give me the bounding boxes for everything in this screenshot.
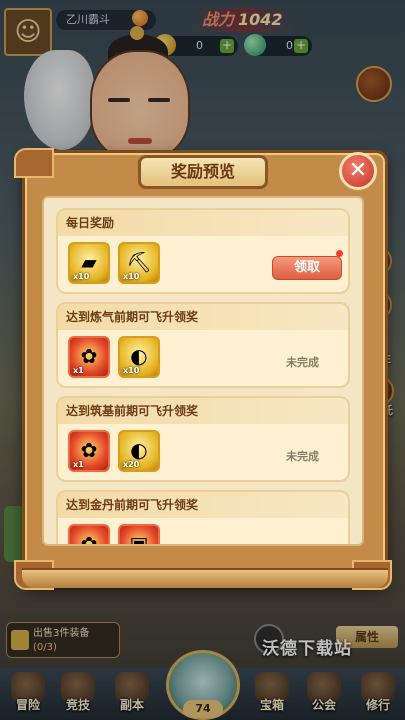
close-icon: ✕	[348, 158, 368, 183]
gold-pouch-icon[interactable]: ◐ x10	[118, 336, 160, 378]
event-button[interactable]	[356, 66, 392, 102]
nav-label: 修行	[365, 698, 390, 712]
reward-list[interactable]: 每日奖励 ▰ x10 ⛏ x10 领取 达到炼气前期可飞升领奖 ✿ x1 ◐ x…	[42, 196, 364, 546]
nav-label: 冒险	[15, 698, 40, 712]
item-qty: x10	[73, 272, 90, 281]
gold-pouch-icon[interactable]: ◐ x20	[118, 430, 160, 472]
reward-card-zhuji: 达到筑基前期可飞升领奖 ✿ x1 ◐ x20 未完成	[56, 396, 350, 482]
lotus-glyph: ✿	[80, 344, 98, 368]
add-jade-button[interactable]: +	[294, 39, 308, 53]
left-eye	[108, 98, 130, 102]
reward-card-title: 达到金丹前期可飞升领奖	[58, 492, 348, 518]
nav-label: 宝箱	[259, 698, 284, 712]
pouch-glyph: ◐	[130, 344, 148, 368]
nav-arena[interactable]: 竞技	[52, 672, 104, 718]
reward-card-title: 每日奖励	[58, 210, 348, 236]
pouch-glyph: ◐	[130, 438, 148, 462]
status-incomplete: 未完成	[286, 450, 319, 463]
close-button[interactable]: ✕	[339, 152, 377, 190]
power-label: 战力	[202, 10, 235, 29]
lotus-glyph: ✿	[80, 438, 98, 462]
combat-power: 战力 1042	[192, 8, 293, 32]
power-value: 1042	[238, 10, 283, 29]
add-gold-button[interactable]: +	[220, 39, 234, 53]
lotus-glyph: ✿	[80, 532, 98, 546]
item-qty: x1	[73, 366, 84, 375]
white-hair	[24, 50, 94, 150]
reward-card-title: 达到筑基前期可飞升领奖	[58, 398, 348, 424]
item-qty: x1	[73, 460, 84, 469]
status-incomplete: 未完成	[286, 356, 319, 369]
nav-dungeon[interactable]: 副本	[106, 672, 158, 718]
nav-label: 竞技	[65, 698, 90, 712]
frame-corner-tl	[14, 148, 54, 178]
right-eye	[148, 98, 170, 102]
axe-count: 74	[183, 700, 223, 718]
nav-treasure[interactable]: 宝箱	[246, 672, 298, 718]
reward-card-title: 达到炼气前期可飞升领奖	[58, 304, 348, 330]
nav-label: 副本	[119, 698, 144, 712]
claim-button[interactable]: 领取	[272, 256, 342, 280]
red-lotus-icon[interactable]: ✿ x1	[68, 430, 110, 472]
red-lotus-icon[interactable]: ✿ x1	[68, 336, 110, 378]
quest-tracker[interactable]: 出售3件装备 (0/3)	[6, 622, 120, 658]
jade-resource: 0 +	[244, 34, 312, 56]
axe-icon[interactable]: ⛏ x10	[118, 242, 160, 284]
item-qty: x10	[123, 272, 140, 281]
item-qty: x10	[123, 366, 140, 375]
item-qty: x20	[123, 460, 140, 469]
axe-glyph: ⛏	[126, 250, 152, 274]
nav-label: 公会	[311, 698, 336, 712]
dialog-title: 奖励预览	[138, 155, 268, 189]
red-chest-icon[interactable]: ▣	[118, 524, 160, 546]
red-lotus-icon[interactable]: ✿	[68, 524, 110, 546]
quest-text: 出售3件装备	[33, 628, 90, 639]
nav-guild[interactable]: 公会	[298, 672, 350, 718]
watermark: 沃德下载站	[262, 639, 352, 659]
gold-ingot-icon[interactable]: ▰ x10	[68, 242, 110, 284]
mouth	[128, 138, 152, 144]
quest-icon	[11, 630, 29, 650]
jade-icon	[244, 34, 266, 56]
reward-card-jindan: 达到金丹前期可飞升领奖 ✿ ▣	[56, 490, 350, 546]
chest-glyph: ▣	[129, 532, 149, 546]
gold-ingot-glyph: ▰	[81, 250, 97, 274]
nav-adventure[interactable]: 冒险	[2, 672, 54, 718]
hat-ornament	[130, 26, 144, 40]
jade-value: 0	[286, 39, 293, 52]
modal-bottom-trim	[22, 568, 388, 588]
reward-card-lianqi: 达到炼气前期可飞升领奖 ✿ x1 ◐ x10 未完成	[56, 302, 350, 388]
quest-progress: (0/3)	[33, 642, 57, 653]
reward-card-daily: 每日奖励 ▰ x10 ⛏ x10 领取	[56, 208, 350, 294]
notification-dot	[336, 250, 343, 257]
nav-cultivate[interactable]: 修行	[352, 672, 404, 718]
